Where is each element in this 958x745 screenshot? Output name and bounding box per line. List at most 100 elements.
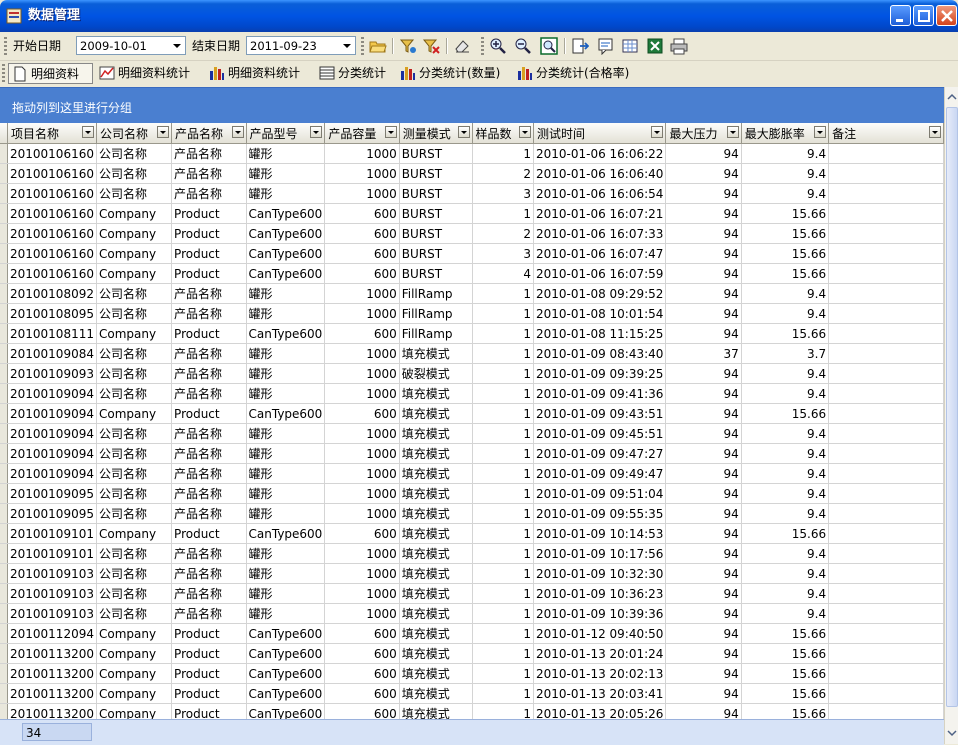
table-cell[interactable]: 94 (665, 703, 742, 719)
table-cell[interactable] (828, 263, 944, 284)
table-cell[interactable]: 产品名称 (171, 303, 247, 324)
table-cell[interactable]: Company (96, 223, 173, 244)
table-cell[interactable]: CanType600 (246, 703, 326, 719)
print-icon[interactable] (670, 37, 688, 55)
minimize-button[interactable] (890, 5, 911, 26)
table-cell[interactable]: 1000 (324, 183, 400, 204)
table-cell[interactable]: 公司名称 (96, 603, 173, 624)
table-cell[interactable]: 产品名称 (171, 343, 247, 364)
row-indicator[interactable] (0, 503, 8, 524)
table-cell[interactable]: Product (171, 243, 247, 264)
table-cell[interactable]: 填充模式 (399, 523, 473, 544)
row-indicator[interactable] (0, 443, 8, 464)
scroll-up-icon[interactable] (945, 89, 958, 105)
table-cell[interactable]: Company (96, 663, 173, 684)
table-cell[interactable]: 20100109093 (7, 363, 97, 384)
excel-icon[interactable] (646, 37, 664, 55)
table-cell[interactable]: 9.4 (741, 443, 830, 464)
column-header[interactable]: 产品容量 (324, 123, 400, 144)
zoom-out-icon[interactable] (514, 37, 532, 55)
table-cell[interactable]: 1000 (324, 443, 400, 464)
table-cell[interactable]: 15.66 (741, 403, 830, 424)
table-cell[interactable]: 1 (472, 463, 534, 484)
table-cell[interactable]: 94 (665, 323, 742, 344)
table-cell[interactable]: 15.66 (741, 523, 830, 544)
table-cell[interactable]: BURST (399, 203, 473, 224)
comment-icon[interactable] (597, 37, 615, 55)
column-header[interactable]: 测量模式 (399, 123, 473, 144)
table-cell[interactable]: Company (96, 263, 173, 284)
row-indicator[interactable] (0, 303, 8, 324)
table-cell[interactable]: 20100109094 (7, 443, 97, 464)
table-cell[interactable]: 20100109103 (7, 603, 97, 624)
table-cell[interactable]: 2010-01-09 09:51:04 (533, 483, 667, 504)
table-cell[interactable]: 填充模式 (399, 503, 473, 524)
table-cell[interactable]: 600 (324, 683, 400, 704)
table-cell[interactable]: 1 (472, 503, 534, 524)
table-cell[interactable]: CanType600 (246, 403, 326, 424)
table-cell[interactable]: 罐形 (246, 283, 326, 304)
table-cell[interactable]: 公司名称 (96, 463, 173, 484)
start-date-picker[interactable]: 2009-10-01 (76, 36, 186, 55)
row-indicator[interactable] (0, 143, 8, 164)
table-cell[interactable]: Product (171, 623, 247, 644)
table-cell[interactable]: 罐形 (246, 563, 326, 584)
table-cell[interactable]: 罐形 (246, 343, 326, 364)
table-cell[interactable]: 600 (324, 263, 400, 284)
table-cell[interactable]: 填充模式 (399, 543, 473, 564)
table-cell[interactable]: 9.4 (741, 563, 830, 584)
table-cell[interactable]: 1000 (324, 503, 400, 524)
table-row[interactable]: 20100109103 公司名称 产品名称 罐形 1000 填充模式 1 2010-01-09… (0, 603, 944, 624)
row-indicator[interactable] (0, 543, 8, 564)
table-cell[interactable]: 1 (472, 203, 534, 224)
table-cell[interactable]: Product (171, 203, 247, 224)
table-cell[interactable] (828, 203, 944, 224)
table-cell[interactable]: 填充模式 (399, 563, 473, 584)
table-cell[interactable]: 9.4 (741, 423, 830, 444)
row-indicator[interactable] (0, 183, 8, 204)
table-cell[interactable]: 20100109101 (7, 523, 97, 544)
table-cell[interactable] (828, 663, 944, 684)
scrollbar-thumb[interactable] (946, 107, 958, 707)
row-indicator-header[interactable] (0, 123, 8, 144)
table-cell[interactable]: 填充模式 (399, 643, 473, 664)
table-row[interactable]: 20100106160 Company Product CanType600 600 BU… (0, 223, 944, 244)
table-cell[interactable]: 填充模式 (399, 703, 473, 719)
table-cell[interactable]: 2010-01-09 10:32:30 (533, 563, 667, 584)
table-cell[interactable]: 20100109094 (7, 423, 97, 444)
table-cell[interactable]: 1000 (324, 483, 400, 504)
table-cell[interactable]: 1 (472, 703, 534, 719)
table-cell[interactable]: 罐形 (246, 443, 326, 464)
table-cell[interactable]: 94 (665, 563, 742, 584)
column-filter-dropdown-icon[interactable] (231, 126, 244, 138)
table-cell[interactable]: FillRamp (399, 323, 473, 344)
table-cell[interactable]: 1 (472, 343, 534, 364)
open-folder-icon[interactable] (369, 37, 387, 55)
table-row[interactable]: 20100106160 Company Product CanType600 600 BU… (0, 203, 944, 224)
table-cell[interactable] (828, 423, 944, 444)
table-cell[interactable]: 94 (665, 683, 742, 704)
table-cell[interactable]: 94 (665, 243, 742, 264)
table-cell[interactable]: 罐形 (246, 463, 326, 484)
table-cell[interactable]: Company (96, 403, 173, 424)
row-indicator[interactable] (0, 423, 8, 444)
table-cell[interactable]: 15.66 (741, 683, 830, 704)
table-cell[interactable]: 2010-01-09 10:14:53 (533, 523, 667, 544)
table-cell[interactable]: 1 (472, 623, 534, 644)
table-cell[interactable]: 20100106160 (7, 263, 97, 284)
table-cell[interactable]: 产品名称 (171, 163, 247, 184)
table-cell[interactable]: 2010-01-09 10:39:36 (533, 603, 667, 624)
table-cell[interactable]: 产品名称 (171, 443, 247, 464)
table-cell[interactable]: 公司名称 (96, 283, 173, 304)
row-indicator[interactable] (0, 283, 8, 304)
table-cell[interactable]: 94 (665, 403, 742, 424)
table-cell[interactable]: BURST (399, 183, 473, 204)
table-cell[interactable]: 600 (324, 323, 400, 344)
table-cell[interactable]: 20100106160 (7, 243, 97, 264)
table-cell[interactable]: Product (171, 263, 247, 284)
table-cell[interactable]: 1000 (324, 383, 400, 404)
table-cell[interactable]: 20100106160 (7, 223, 97, 244)
table-cell[interactable] (828, 303, 944, 324)
table-row[interactable]: 20100109095 公司名称 产品名称 罐形 1000 填充模式 1 2010-01-09… (0, 503, 944, 524)
table-cell[interactable]: 20100109095 (7, 503, 97, 524)
